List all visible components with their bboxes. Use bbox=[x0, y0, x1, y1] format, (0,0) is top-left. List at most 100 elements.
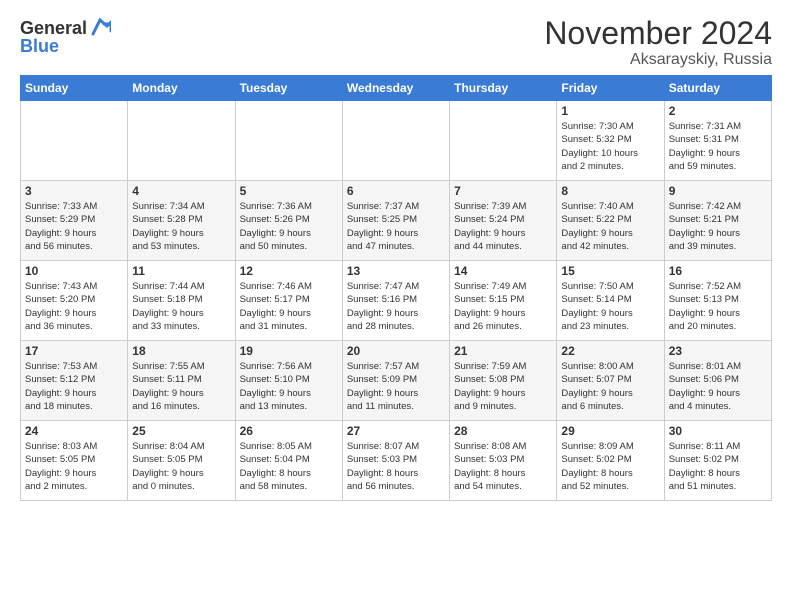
day-number: 9 bbox=[669, 184, 767, 198]
calendar-week-0: 1 Sunrise: 7:30 AMSunset: 5:32 PMDaylight… bbox=[21, 101, 772, 181]
day-number: 20 bbox=[347, 344, 445, 358]
day-info: Sunrise: 7:59 AMSunset: 5:08 PMDaylight:… bbox=[454, 360, 552, 413]
day-number: 28 bbox=[454, 424, 552, 438]
logo: General Blue bbox=[20, 16, 111, 57]
day-info: Sunrise: 8:07 AMSunset: 5:03 PMDaylight:… bbox=[347, 440, 445, 493]
table-row: 13Sunrise: 7:47 AMSunset: 5:16 PMDayligh… bbox=[342, 261, 449, 341]
table-row: 22 Sunrise: 8:00 AMSunset: 5:07 PMDayligh… bbox=[557, 341, 664, 421]
day-number: 12 bbox=[240, 264, 338, 278]
table-row: 4 Sunrise: 7:34 AMSunset: 5:28 PMDaylight… bbox=[128, 181, 235, 261]
day-info: Sunrise: 8:11 AMSunset: 5:02 PMDaylight:… bbox=[669, 440, 767, 493]
table-row: 19 Sunrise: 7:56 AMSunset: 5:10 PMDayligh… bbox=[235, 341, 342, 421]
day-number: 21 bbox=[454, 344, 552, 358]
day-info: Sunrise: 7:33 AMSunset: 5:29 PMDaylight:… bbox=[25, 200, 123, 253]
day-number: 22 bbox=[561, 344, 659, 358]
day-info: Sunrise: 7:44 AMSunset: 5:18 PMDaylight:… bbox=[132, 280, 230, 333]
day-number: 29 bbox=[561, 424, 659, 438]
day-number: 24 bbox=[25, 424, 123, 438]
table-row: 14 Sunrise: 7:49 AMSunset: 5:15 PMDayligh… bbox=[450, 261, 557, 341]
day-info: Sunrise: 7:56 AMSunset: 5:10 PMDaylight:… bbox=[240, 360, 338, 413]
table-row: 6Sunrise: 7:37 AMSunset: 5:25 PMDaylight… bbox=[342, 181, 449, 261]
table-row: 5Sunrise: 7:36 AMSunset: 5:26 PMDaylight… bbox=[235, 181, 342, 261]
day-info: Sunrise: 7:40 AMSunset: 5:22 PMDaylight:… bbox=[561, 200, 659, 253]
month-title: November 2024 bbox=[544, 16, 772, 51]
header: General Blue November 2024 Aksarayskiy, … bbox=[20, 16, 772, 69]
day-number: 1 bbox=[561, 104, 659, 118]
day-number: 18 bbox=[132, 344, 230, 358]
col-monday: Monday bbox=[128, 76, 235, 101]
table-row: 18 Sunrise: 7:55 AMSunset: 5:11 PMDayligh… bbox=[128, 341, 235, 421]
table-row bbox=[235, 101, 342, 181]
day-info: Sunrise: 7:43 AMSunset: 5:20 PMDaylight:… bbox=[25, 280, 123, 333]
day-number: 2 bbox=[669, 104, 767, 118]
day-number: 14 bbox=[454, 264, 552, 278]
table-row: 20 Sunrise: 7:57 AMSunset: 5:09 PMDayligh… bbox=[342, 341, 449, 421]
table-row: 1 Sunrise: 7:30 AMSunset: 5:32 PMDaylight… bbox=[557, 101, 664, 181]
table-row: 21 Sunrise: 7:59 AMSunset: 5:08 PMDayligh… bbox=[450, 341, 557, 421]
table-row: 2Sunrise: 7:31 AMSunset: 5:31 PMDaylight… bbox=[664, 101, 771, 181]
day-info: Sunrise: 7:49 AMSunset: 5:15 PMDaylight:… bbox=[454, 280, 552, 333]
header-row: Sunday Monday Tuesday Wednesday Thursday… bbox=[21, 76, 772, 101]
col-thursday: Thursday bbox=[450, 76, 557, 101]
day-info: Sunrise: 8:04 AMSunset: 5:05 PMDaylight:… bbox=[132, 440, 230, 493]
day-number: 4 bbox=[132, 184, 230, 198]
page: General Blue November 2024 Aksarayskiy, … bbox=[0, 0, 792, 511]
table-row: 7Sunrise: 7:39 AMSunset: 5:24 PMDaylight… bbox=[450, 181, 557, 261]
logo-icon bbox=[89, 16, 111, 38]
table-row: 8 Sunrise: 7:40 AMSunset: 5:22 PMDaylight… bbox=[557, 181, 664, 261]
table-row: 10 Sunrise: 7:43 AMSunset: 5:20 PMDayligh… bbox=[21, 261, 128, 341]
day-number: 10 bbox=[25, 264, 123, 278]
day-number: 8 bbox=[561, 184, 659, 198]
table-row: 24 Sunrise: 8:03 AMSunset: 5:05 PMDayligh… bbox=[21, 421, 128, 501]
table-row: 17Sunrise: 7:53 AMSunset: 5:12 PMDayligh… bbox=[21, 341, 128, 421]
day-number: 13 bbox=[347, 264, 445, 278]
table-row: 26Sunrise: 8:05 AMSunset: 5:04 PMDayligh… bbox=[235, 421, 342, 501]
day-number: 16 bbox=[669, 264, 767, 278]
col-wednesday: Wednesday bbox=[342, 76, 449, 101]
day-number: 3 bbox=[25, 184, 123, 198]
day-info: Sunrise: 7:30 AMSunset: 5:32 PMDaylight:… bbox=[561, 120, 659, 173]
calendar-table: Sunday Monday Tuesday Wednesday Thursday… bbox=[20, 75, 772, 501]
day-number: 27 bbox=[347, 424, 445, 438]
table-row bbox=[450, 101, 557, 181]
table-row: 23Sunrise: 8:01 AMSunset: 5:06 PMDayligh… bbox=[664, 341, 771, 421]
day-number: 19 bbox=[240, 344, 338, 358]
day-number: 15 bbox=[561, 264, 659, 278]
day-info: Sunrise: 7:37 AMSunset: 5:25 PMDaylight:… bbox=[347, 200, 445, 253]
table-row: 11Sunrise: 7:44 AMSunset: 5:18 PMDayligh… bbox=[128, 261, 235, 341]
table-row: 29 Sunrise: 8:09 AMSunset: 5:02 PMDayligh… bbox=[557, 421, 664, 501]
day-number: 25 bbox=[132, 424, 230, 438]
table-row bbox=[342, 101, 449, 181]
day-info: Sunrise: 7:52 AMSunset: 5:13 PMDaylight:… bbox=[669, 280, 767, 333]
day-info: Sunrise: 7:50 AMSunset: 5:14 PMDaylight:… bbox=[561, 280, 659, 333]
table-row: 30 Sunrise: 8:11 AMSunset: 5:02 PMDayligh… bbox=[664, 421, 771, 501]
day-info: Sunrise: 7:57 AMSunset: 5:09 PMDaylight:… bbox=[347, 360, 445, 413]
table-row: 25 Sunrise: 8:04 AMSunset: 5:05 PMDayligh… bbox=[128, 421, 235, 501]
day-info: Sunrise: 7:34 AMSunset: 5:28 PMDaylight:… bbox=[132, 200, 230, 253]
day-info: Sunrise: 8:09 AMSunset: 5:02 PMDaylight:… bbox=[561, 440, 659, 493]
day-info: Sunrise: 7:53 AMSunset: 5:12 PMDaylight:… bbox=[25, 360, 123, 413]
table-row bbox=[128, 101, 235, 181]
col-tuesday: Tuesday bbox=[235, 76, 342, 101]
table-row: 15 Sunrise: 7:50 AMSunset: 5:14 PMDayligh… bbox=[557, 261, 664, 341]
table-row: 9Sunrise: 7:42 AMSunset: 5:21 PMDaylight… bbox=[664, 181, 771, 261]
table-row: 16 Sunrise: 7:52 AMSunset: 5:13 PMDayligh… bbox=[664, 261, 771, 341]
day-info: Sunrise: 8:00 AMSunset: 5:07 PMDaylight:… bbox=[561, 360, 659, 413]
day-number: 26 bbox=[240, 424, 338, 438]
table-row: 27 Sunrise: 8:07 AMSunset: 5:03 PMDayligh… bbox=[342, 421, 449, 501]
day-info: Sunrise: 7:55 AMSunset: 5:11 PMDaylight:… bbox=[132, 360, 230, 413]
calendar-week-2: 10 Sunrise: 7:43 AMSunset: 5:20 PMDayligh… bbox=[21, 261, 772, 341]
day-number: 5 bbox=[240, 184, 338, 198]
calendar-week-1: 3 Sunrise: 7:33 AMSunset: 5:29 PMDaylight… bbox=[21, 181, 772, 261]
table-row: 28 Sunrise: 8:08 AMSunset: 5:03 PMDayligh… bbox=[450, 421, 557, 501]
table-row: 12Sunrise: 7:46 AMSunset: 5:17 PMDayligh… bbox=[235, 261, 342, 341]
day-info: Sunrise: 7:39 AMSunset: 5:24 PMDaylight:… bbox=[454, 200, 552, 253]
day-info: Sunrise: 8:08 AMSunset: 5:03 PMDaylight:… bbox=[454, 440, 552, 493]
day-number: 30 bbox=[669, 424, 767, 438]
day-info: Sunrise: 8:03 AMSunset: 5:05 PMDaylight:… bbox=[25, 440, 123, 493]
logo-blue: Blue bbox=[20, 36, 59, 57]
table-row: 3 Sunrise: 7:33 AMSunset: 5:29 PMDaylight… bbox=[21, 181, 128, 261]
table-row bbox=[21, 101, 128, 181]
location: Aksarayskiy, Russia bbox=[544, 51, 772, 69]
col-friday: Friday bbox=[557, 76, 664, 101]
